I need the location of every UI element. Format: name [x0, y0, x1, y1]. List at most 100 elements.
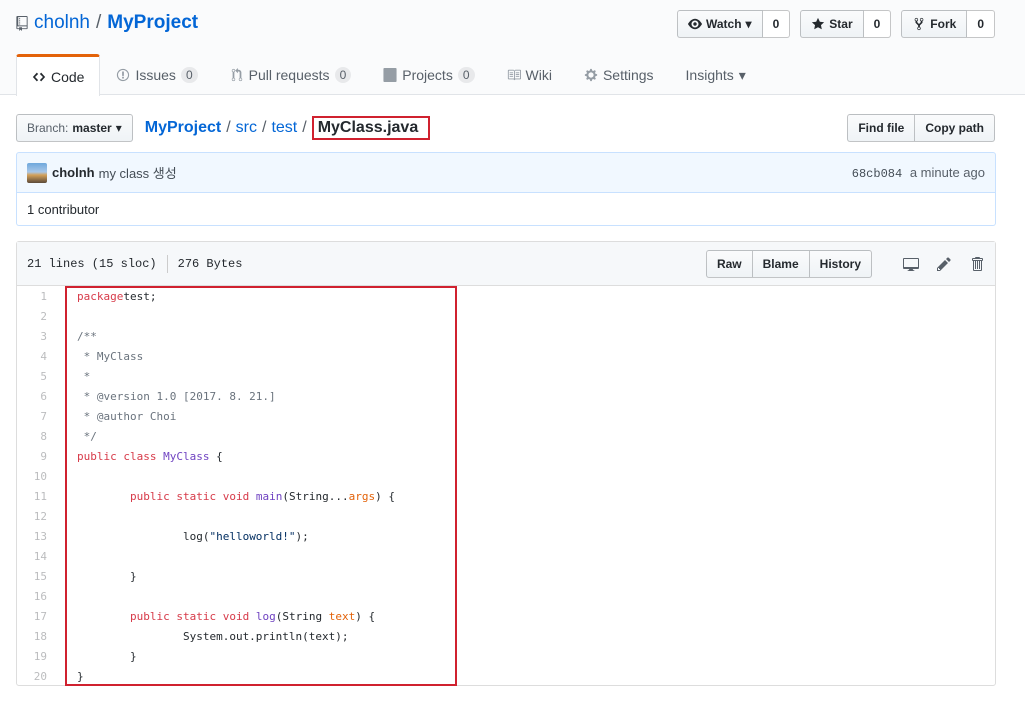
- commit-sha-link[interactable]: 68cb084: [852, 167, 902, 181]
- pulls-counter: 0: [334, 67, 352, 83]
- code-token: }: [77, 669, 84, 683]
- line-number[interactable]: 13: [17, 530, 57, 543]
- pencil-icon[interactable]: [936, 256, 952, 272]
- raw-button[interactable]: Raw: [705, 249, 753, 278]
- star-icon: [812, 17, 825, 30]
- repo-title: cholnh / MyProject: [16, 12, 198, 34]
- line-number[interactable]: 15: [17, 570, 57, 583]
- trash-icon[interactable]: [969, 256, 985, 272]
- fork-button[interactable]: Fork: [901, 10, 968, 38]
- breadcrumb-filename: MyClass.java: [311, 116, 431, 140]
- star-button[interactable]: Star: [800, 10, 864, 38]
- line-number[interactable]: 20: [17, 670, 57, 683]
- code-token: /**: [77, 329, 97, 343]
- gear-icon: [584, 68, 598, 82]
- fork-count[interactable]: 0: [967, 10, 995, 38]
- line-number[interactable]: 11: [17, 490, 57, 503]
- code-token: args: [348, 489, 376, 503]
- code-line: 9 public class MyClass {: [17, 446, 995, 466]
- file-header: 21 lines (15 sloc) 276 Bytes Raw Blame H…: [17, 242, 995, 286]
- watch-count[interactable]: 0: [762, 10, 791, 38]
- contributors-link[interactable]: 1 contributor: [16, 193, 996, 226]
- tab-insights[interactable]: Insights ▾: [670, 54, 762, 95]
- code-line: 4 * MyClass: [17, 346, 995, 366]
- code-line: 12: [17, 506, 995, 526]
- line-number[interactable]: 9: [17, 450, 57, 463]
- code-token: void: [222, 489, 250, 503]
- file-view: 21 lines (15 sloc) 276 Bytes Raw Blame H…: [16, 241, 996, 686]
- code-line: 19 }: [17, 646, 995, 666]
- code-token: * MyClass: [77, 349, 144, 363]
- code-line: 5 *: [17, 366, 995, 386]
- code-token: test;: [123, 289, 157, 303]
- star-count[interactable]: 0: [863, 10, 892, 38]
- line-number[interactable]: 6: [17, 390, 57, 403]
- code-token: public: [77, 449, 117, 463]
- code-token: }: [77, 649, 137, 663]
- copy-path-button[interactable]: Copy path: [915, 114, 995, 142]
- commit-message-link[interactable]: my class 생성: [99, 163, 177, 182]
- blame-button[interactable]: Blame: [752, 249, 810, 278]
- tab-code[interactable]: Code: [16, 54, 101, 96]
- repo-name-link[interactable]: MyProject: [107, 12, 198, 34]
- line-number[interactable]: 5: [17, 370, 57, 383]
- commit-author-link[interactable]: cholnh: [52, 165, 95, 180]
- pagehead-actions: Watch ▾ 0 Star 0 Fork 0: [676, 10, 995, 38]
- history-button[interactable]: History: [809, 249, 872, 278]
- watch-group: Watch ▾ 0: [676, 10, 791, 38]
- line-number[interactable]: 18: [17, 630, 57, 643]
- code-token: *: [77, 369, 91, 383]
- line-code: *: [57, 369, 91, 383]
- tab-projects-label: Projects: [402, 67, 453, 83]
- line-number[interactable]: 7: [17, 410, 57, 423]
- code-line: 6 * @version 1.0 [2017. 8. 21.]: [17, 386, 995, 406]
- code-token: log: [255, 609, 276, 623]
- line-number[interactable]: 12: [17, 510, 57, 523]
- line-number[interactable]: 14: [17, 550, 57, 563]
- line-number[interactable]: 1: [17, 290, 57, 303]
- code-token: static: [176, 609, 217, 623]
- code-line: 14: [17, 546, 995, 566]
- tab-projects[interactable]: Projects 0: [367, 54, 490, 95]
- code-line: 1 packagetest;: [17, 286, 995, 306]
- breadcrumb-test-link[interactable]: test: [271, 119, 297, 137]
- tab-issues[interactable]: Issues 0: [100, 54, 213, 95]
- breadcrumb-root-link[interactable]: MyProject: [145, 119, 221, 137]
- line-code: System.out.println(text);: [57, 630, 349, 643]
- repo-nav: Code Issues 0 Pull requests 0 Projects 0…: [16, 54, 762, 96]
- code-line: 20}: [17, 666, 995, 686]
- avatar[interactable]: [27, 162, 47, 183]
- line-number[interactable]: 3: [17, 330, 57, 343]
- line-number[interactable]: 2: [17, 310, 57, 323]
- tab-settings[interactable]: Settings: [568, 54, 670, 95]
- tab-wiki[interactable]: Wiki: [491, 54, 568, 95]
- line-number[interactable]: 16: [17, 590, 57, 603]
- find-file-button[interactable]: Find file: [847, 114, 916, 142]
- code-line: 15 }: [17, 566, 995, 586]
- line-number[interactable]: 10: [17, 470, 57, 483]
- commit-tease: cholnh my class 생성 68cb084 a minute ago: [16, 152, 996, 193]
- desktop-icon[interactable]: [903, 256, 919, 272]
- star-group: Star 0: [800, 10, 892, 38]
- line-code: public static void main(String...args) {: [57, 490, 395, 503]
- file-button-group: Raw Blame History: [705, 249, 872, 278]
- repo-owner-link[interactable]: cholnh: [34, 12, 90, 34]
- book-icon: [507, 69, 521, 81]
- code-line: 16: [17, 586, 995, 606]
- line-number[interactable]: 4: [17, 350, 57, 363]
- branch-select-button[interactable]: Branch: master ▾: [16, 114, 133, 142]
- tab-pull-requests[interactable]: Pull requests 0: [214, 54, 368, 95]
- line-code: public class MyClass {: [57, 450, 223, 463]
- line-number[interactable]: 19: [17, 650, 57, 663]
- line-number[interactable]: 8: [17, 430, 57, 443]
- fork-label: Fork: [930, 17, 957, 31]
- breadcrumb-src-link[interactable]: src: [236, 119, 257, 137]
- code-token: main: [255, 489, 283, 503]
- watch-button[interactable]: Watch ▾: [676, 10, 763, 38]
- code-token: (String...: [282, 489, 349, 503]
- line-number[interactable]: 17: [17, 610, 57, 623]
- code-token: ) {: [375, 489, 395, 503]
- code-line: 18 System.out.println(text);: [17, 626, 995, 646]
